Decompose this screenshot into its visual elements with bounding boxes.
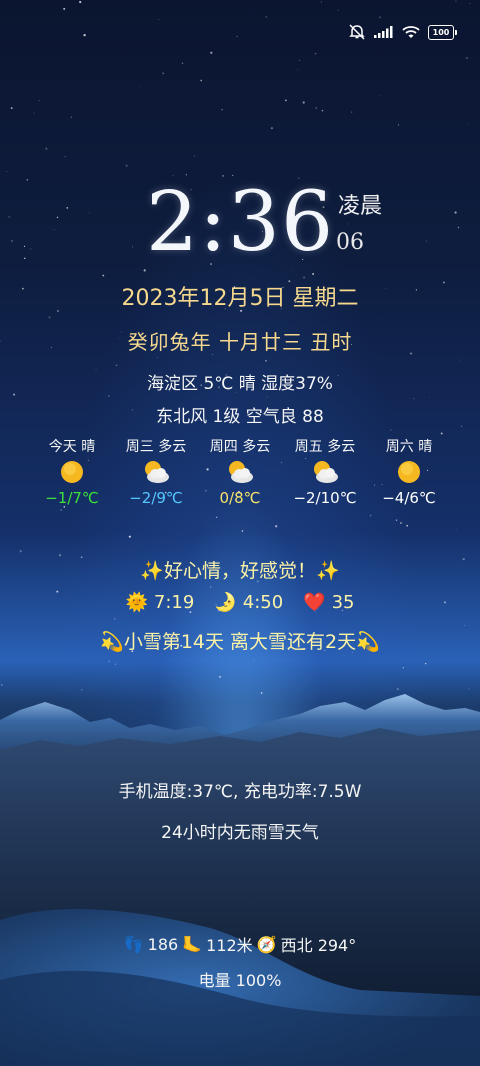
forecast-day-label: 周四 多云: [209, 439, 271, 455]
signal-icon: [374, 26, 394, 38]
footprints-icon: 👣: [123, 934, 144, 954]
sunny-icon: [364, 458, 454, 486]
forecast-temp: −1/7℃: [45, 489, 99, 507]
forecast-day: 周三 多云 −2/9℃: [111, 436, 201, 508]
sun-moon-row: 🌞 7:19 🌛 4:50 ❤️ 35: [0, 592, 480, 613]
compass-direction: 西北 294°: [280, 936, 357, 955]
battery-level-text: 电量 100%: [198, 971, 282, 990]
heart-icon: ❤️: [303, 592, 326, 613]
step-distance: 112米: [206, 936, 253, 955]
mute-icon: [348, 24, 366, 40]
mountain-landscape: [0, 694, 480, 1066]
battery-icon: 100: [428, 24, 457, 40]
forecast-temp: −2/9℃: [129, 489, 183, 507]
moon-icon: 🌛: [214, 592, 237, 613]
clock-time: 2:36: [146, 175, 335, 270]
sunny-icon: [27, 458, 117, 486]
precipitation-text: 24小时内无雨雪天气: [161, 823, 319, 843]
sun-face-icon: 🌞: [125, 592, 148, 613]
weather-wind-air: 东北风 1级 空气良 88: [156, 407, 324, 427]
date-text: 2023年12月5日 星期二: [121, 286, 359, 311]
forecast-day: 周四 多云 0/8℃: [195, 436, 285, 508]
status-bar: 100: [348, 20, 457, 44]
steps-row: 👣 186 🦶 112米 🧭 西北 294°: [0, 932, 480, 956]
cloudy-icon: [195, 458, 285, 486]
forecast-day: 周六 晴 −4/6℃: [364, 436, 454, 508]
solar-term-text: 💫小雪第14天 离大雪还有2天💫: [100, 631, 380, 653]
foot-icon: 🦶: [182, 934, 203, 954]
heart-value: 35: [331, 592, 355, 613]
clock-period: 凌晨: [338, 194, 383, 219]
moonrise-time: 4:50: [242, 592, 284, 613]
starfield: [0, 0, 471, 700]
forecast-day: 周五 多云 −2/10℃: [280, 436, 370, 508]
forecast-temp: −4/6℃: [382, 489, 436, 507]
lunar-date: 癸卯兔年 十月廿三 丑时: [127, 330, 353, 354]
sunrise-time: 7:19: [153, 592, 195, 613]
step-count: 186: [147, 934, 179, 954]
forecast-day-label: 今天 晴: [48, 439, 96, 455]
phone-temperature-text: 手机温度:37℃, 充电功率:7.5W: [118, 782, 362, 802]
compass-icon: 🧭: [256, 934, 277, 954]
cloudy-icon: [111, 458, 201, 486]
weather-summary: 海淀区 5℃ 晴 湿度37%: [147, 374, 333, 394]
cloudy-icon: [280, 458, 370, 486]
clock-seconds: 06: [336, 230, 364, 255]
forecast-day-label: 周六 晴: [385, 439, 433, 455]
mood-text: ✨好心情，好感觉！✨: [140, 560, 340, 582]
forecast-temp: 0/8℃: [219, 489, 261, 507]
forecast-day-label: 周三 多云: [125, 439, 187, 455]
forecast-day: 今天 晴 −1/7℃: [27, 436, 117, 508]
forecast-temp: −2/10℃: [293, 489, 357, 507]
weather-forecast: 今天 晴 −1/7℃ 周三 多云 −2/9℃ 周四 多云 0/8℃ 周五 多云 …: [0, 436, 480, 508]
wifi-icon: [402, 25, 420, 39]
forecast-day-label: 周五 多云: [294, 439, 356, 455]
